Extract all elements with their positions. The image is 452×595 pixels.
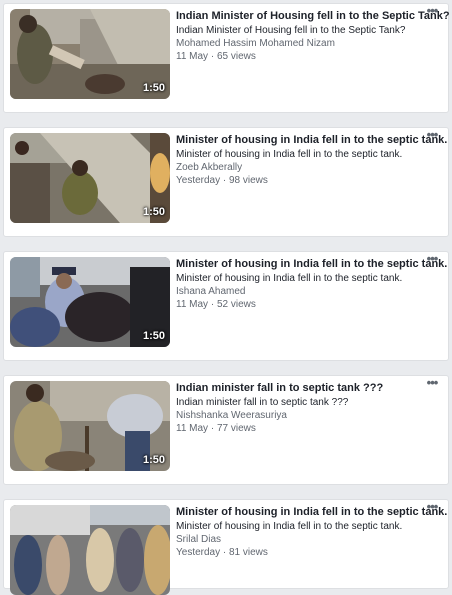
video-author[interactable]: Mohamed Hassim Mohamed Nizam: [176, 37, 416, 50]
video-duration: 1:50: [142, 454, 165, 466]
video-duration: 1:50: [142, 206, 165, 218]
video-info: Minister of housing in India fell in to …: [176, 506, 447, 559]
video-info: Indian minister fall in to septic tank ?…: [176, 382, 416, 435]
video-title[interactable]: Minister of housing in India fell in to …: [176, 134, 447, 147]
video-description: Indian minister fall in to septic tank ?…: [176, 397, 349, 408]
video-thumbnail[interactable]: 1:50: [10, 133, 170, 223]
video-date: 11 May: [176, 299, 209, 310]
video-card[interactable]: 1:50 Indian Minister of Housing fell in …: [3, 3, 450, 113]
video-description: Indian Minister of Housing fell in to th…: [176, 25, 406, 36]
video-meta: 11 May · 52 views: [176, 298, 416, 311]
video-views: 98 views: [229, 175, 268, 186]
video-thumbnail[interactable]: 1:50: [10, 257, 170, 347]
video-description: Minister of housing in India fell in to …: [176, 273, 403, 284]
video-card[interactable]: 1:50 Indian minister fall in to septic t…: [3, 375, 449, 485]
video-views: 65 views: [216, 51, 256, 62]
video-card[interactable]: 1:50 Minister of housing in India fell i…: [3, 127, 449, 237]
video-description: Minister of housing in India fell in to …: [176, 149, 403, 160]
video-author[interactable]: Nishshanka Weerasuriya: [176, 409, 416, 422]
video-meta: Yesterday · 81 views: [176, 546, 416, 559]
more-options-icon[interactable]: •••: [424, 500, 440, 516]
video-thumbnail[interactable]: 1:50: [10, 381, 170, 471]
video-author[interactable]: Zoeb Akberally: [176, 161, 416, 174]
video-card[interactable]: 1:50 Minister of housing in India fell i…: [3, 251, 449, 361]
video-description: Minister of housing in India fell in to …: [176, 521, 403, 532]
more-options-icon[interactable]: •••: [424, 4, 440, 20]
video-meta: Yesterday · 98 views: [176, 174, 416, 187]
video-info: Indian Minister of Housing fell in to th…: [176, 10, 450, 63]
video-list: 1:50 Indian Minister of Housing fell in …: [0, 0, 452, 595]
video-meta: 11 May · 77 views: [176, 422, 416, 435]
meta-separator: ·: [208, 423, 217, 434]
meta-separator: ·: [220, 175, 229, 186]
video-views: 81 views: [229, 547, 268, 558]
video-date: Yesterday: [176, 175, 221, 186]
video-views: 77 views: [216, 423, 256, 434]
video-views: 52 views: [216, 299, 256, 310]
video-thumbnail[interactable]: 1:50: [10, 9, 170, 99]
more-options-icon[interactable]: •••: [424, 252, 440, 268]
more-options-icon[interactable]: •••: [424, 376, 440, 392]
video-info: Minister of housing in India fell in to …: [176, 258, 447, 311]
video-date: 11 May: [176, 51, 209, 62]
video-card[interactable]: Minister of housing in India fell in to …: [3, 499, 449, 595]
video-title[interactable]: Indian Minister of Housing fell in to th…: [176, 10, 450, 23]
video-meta: 11 May · 65 views: [176, 50, 416, 63]
video-info: Minister of housing in India fell in to …: [176, 134, 447, 187]
more-options-icon[interactable]: •••: [424, 128, 440, 144]
video-thumbnail[interactable]: [10, 505, 170, 595]
video-title[interactable]: Minister of housing in India fell in to …: [176, 506, 447, 519]
meta-separator: ·: [208, 51, 217, 62]
video-author[interactable]: Ishana Ahamed: [176, 285, 416, 298]
meta-separator: ·: [208, 299, 217, 310]
video-title[interactable]: Indian minister fall in to septic tank ?…: [176, 382, 416, 395]
meta-separator: ·: [220, 547, 229, 558]
video-duration: 1:50: [142, 82, 165, 94]
video-duration: 1:50: [142, 330, 165, 342]
thumbnail-image: [10, 505, 170, 595]
video-date: Yesterday: [176, 547, 221, 558]
video-date: 11 May: [176, 423, 209, 434]
video-title[interactable]: Minister of housing in India fell in to …: [176, 258, 447, 271]
video-author[interactable]: Srilal Dias: [176, 533, 416, 546]
